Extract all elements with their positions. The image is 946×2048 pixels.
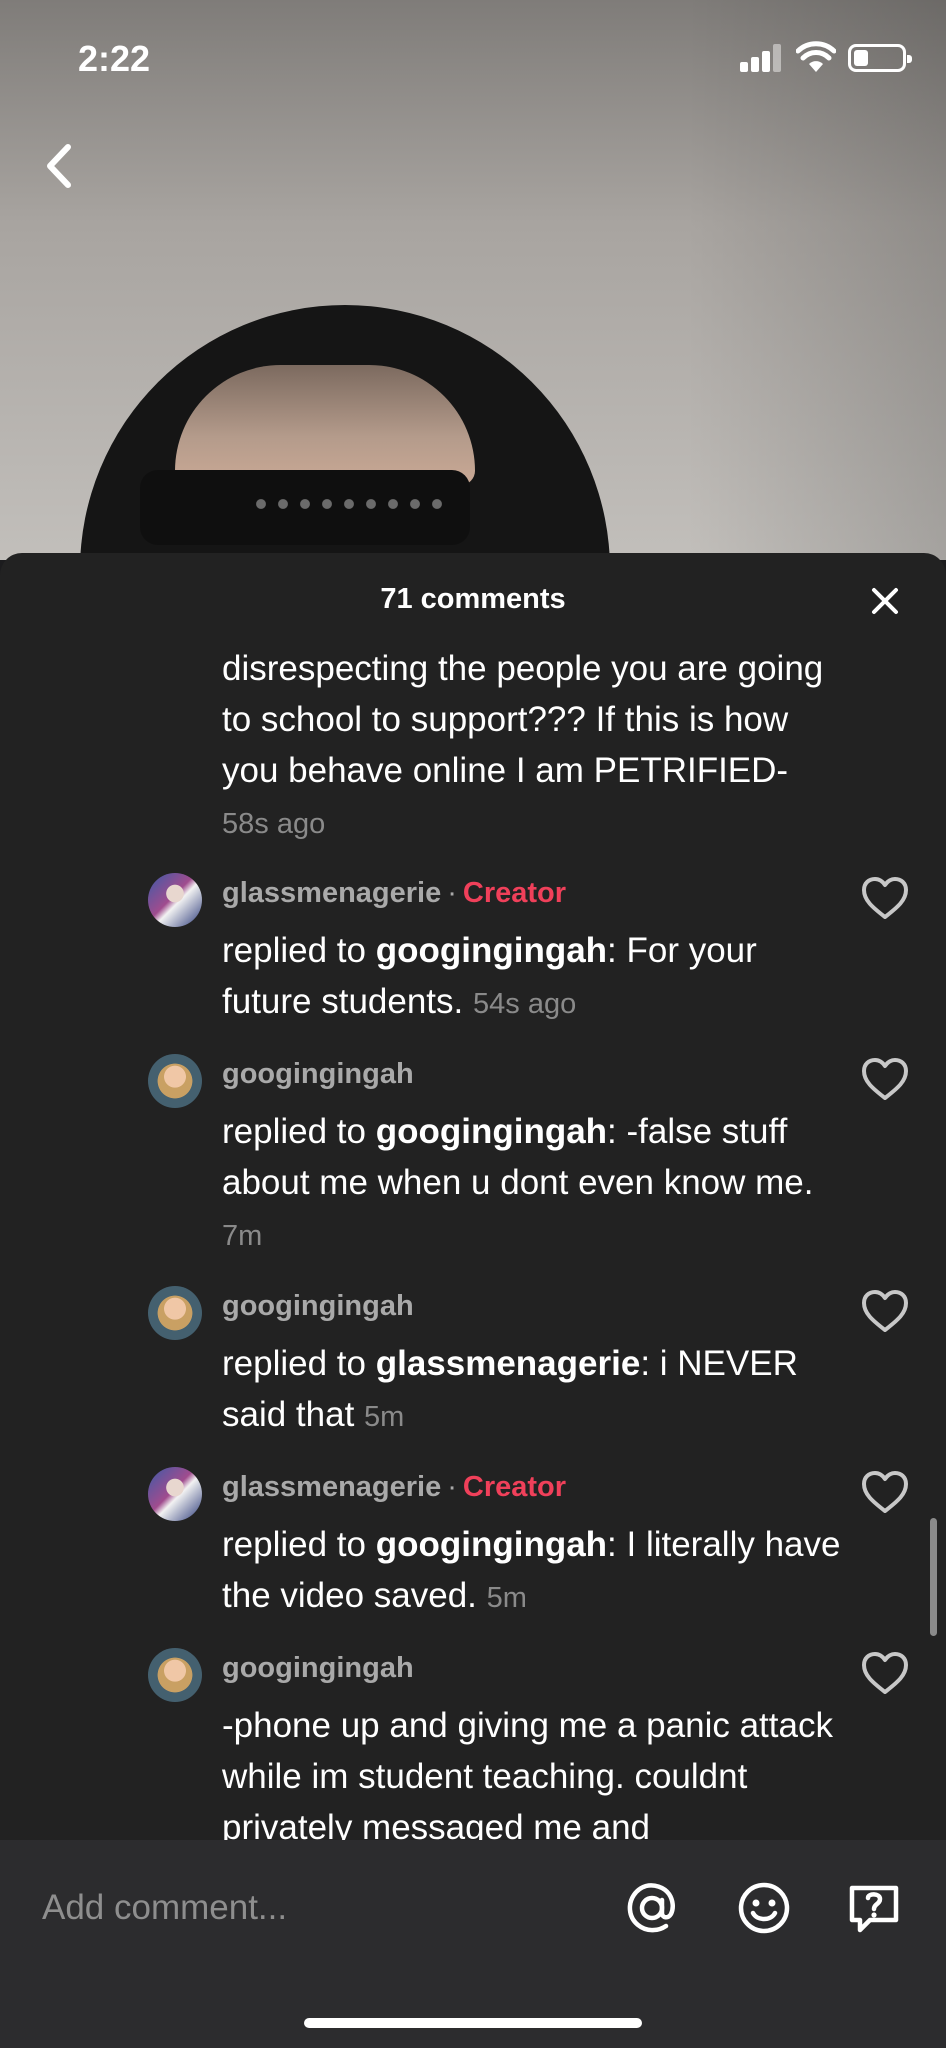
comments-list[interactable]: disrespecting the people you are going t… — [0, 643, 946, 1840]
comment-continuation: disrespecting the people you are going t… — [222, 643, 842, 850]
comments-sheet: 71 comments disrespecting the people you… — [0, 553, 946, 2048]
add-comment-input[interactable] — [42, 1878, 582, 1938]
comments-count-title: 71 comments — [380, 583, 566, 615]
avatar[interactable] — [148, 1054, 202, 1108]
comment-timestamp: 7m — [222, 1220, 263, 1252]
mention-at-icon[interactable] — [624, 1880, 680, 1936]
avatar[interactable] — [148, 1286, 202, 1340]
heart-icon[interactable] — [860, 1056, 910, 1102]
comment-username[interactable]: googingingah — [222, 1290, 414, 1323]
heart-icon[interactable] — [860, 1469, 910, 1515]
status-bar: 2:22 — [0, 0, 946, 110]
emoji-smile-icon[interactable] — [736, 1880, 792, 1936]
cellular-signal-icon — [740, 44, 784, 72]
comment-body: replied to googingingah: I literally hav… — [222, 1525, 841, 1615]
comment-timestamp: 58s ago — [222, 808, 326, 840]
heart-icon[interactable] — [860, 1650, 910, 1696]
comment-timestamp: 5m — [364, 1401, 405, 1433]
comment-username[interactable]: googingingah — [222, 1652, 414, 1685]
comment-username[interactable]: googingingah — [222, 1058, 414, 1091]
comment-body: replied to googingingah: For your future… — [222, 931, 757, 1021]
home-indicator[interactable] — [304, 2018, 642, 2028]
comment-text: disrespecting the people you are going t… — [222, 649, 824, 790]
reply-to-username[interactable]: glassmenagerie — [376, 1344, 641, 1383]
reply-to-username[interactable]: googingingah — [376, 1525, 607, 1564]
close-icon[interactable] — [868, 584, 902, 618]
creator-badge: Creator — [462, 877, 567, 909]
creator-badge: Creator — [462, 1471, 567, 1503]
battery-icon — [848, 44, 912, 72]
comment-body: -phone up and giving me a panic attack w… — [222, 1706, 833, 1840]
video-cap-strap-holes — [250, 497, 450, 511]
comment-body: replied to glassmenagerie: i NEVER said … — [222, 1344, 798, 1434]
comment-username[interactable]: glassmenagerie · Creator — [222, 877, 566, 910]
reply-to-username[interactable]: googingingah — [376, 1112, 607, 1151]
reply-to-username[interactable]: googingingah — [376, 931, 607, 970]
avatar[interactable] — [148, 1648, 202, 1702]
comment-input-bar — [0, 1840, 946, 2048]
avatar[interactable] — [148, 873, 202, 927]
status-time: 2:22 — [78, 38, 151, 79]
comment-timestamp: 54s ago — [473, 988, 577, 1020]
comment-username[interactable]: glassmenagerie · Creator — [222, 1471, 566, 1504]
wifi-icon — [796, 41, 836, 72]
comment-body: replied to googingingah: -false stuff ab… — [222, 1112, 814, 1252]
avatar[interactable] — [148, 1467, 202, 1521]
question-prompt-icon[interactable] — [846, 1880, 902, 1936]
back-chevron-icon[interactable] — [36, 135, 86, 197]
comments-scrollbar[interactable] — [930, 1518, 937, 1636]
comment-timestamp: 5m — [486, 1582, 527, 1614]
heart-icon[interactable] — [860, 1288, 910, 1334]
heart-icon[interactable] — [860, 875, 910, 921]
